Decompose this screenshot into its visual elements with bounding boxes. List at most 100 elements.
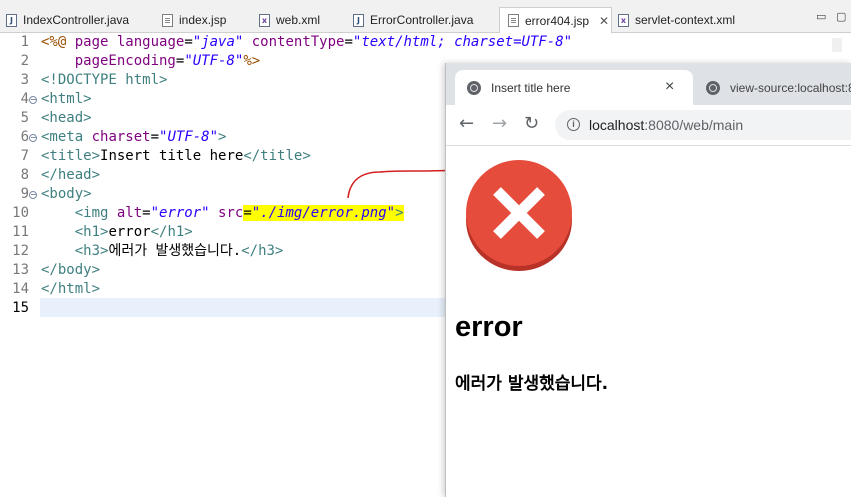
- code-token: =: [243, 205, 252, 221]
- code-token: =: [184, 34, 193, 50]
- code-line-3[interactable]: <!DOCTYPE html>: [41, 71, 167, 90]
- web-page-content: error 에러가 발생했습니다.: [446, 145, 851, 497]
- browser-tab-strip: Insert title here × view-source:localhos…: [446, 63, 851, 105]
- tab-index-jsp[interactable]: index.jsp: [162, 8, 226, 32]
- code-token: language: [116, 34, 185, 50]
- code-token: <title>: [41, 148, 101, 164]
- browser-tab-title: Insert title here: [491, 81, 571, 95]
- line-number: 4: [20, 91, 29, 107]
- code-token: </body>: [41, 262, 101, 278]
- close-icon[interactable]: ✕: [599, 14, 609, 28]
- browser-tab-inactive[interactable]: view-source:localhost:8: [698, 70, 851, 105]
- code-token: Insert title here: [100, 148, 244, 164]
- forward-arrow-icon[interactable]: →: [492, 114, 507, 134]
- line-number: 14: [12, 281, 29, 297]
- code-line-2[interactable]: pageEncoding="UTF-8"%>: [41, 52, 260, 71]
- code-token: 에러가 발생했습니다.: [108, 243, 242, 259]
- java-file-icon: J: [353, 13, 364, 27]
- code-token: </html>: [41, 281, 101, 297]
- code-line-14[interactable]: </html>: [41, 280, 100, 299]
- address-bar[interactable]: i localhost:8080/web/main: [555, 110, 851, 140]
- page-heading: error: [455, 311, 523, 343]
- jsp-file-icon: [508, 14, 519, 27]
- minimize-icon[interactable]: ▭: [816, 10, 826, 23]
- code-line-6[interactable]: <meta charset="UTF-8">: [41, 128, 226, 147]
- back-arrow-icon[interactable]: ←: [459, 114, 474, 134]
- line-number: 6: [20, 129, 29, 145]
- code-token: =: [150, 129, 160, 145]
- tab-label: web.xml: [276, 13, 321, 27]
- tab-servlet-context-xml[interactable]: x servlet-context.xml: [618, 8, 735, 32]
- globe-icon: [706, 81, 720, 95]
- code-token: <img: [74, 205, 109, 221]
- fold-collapse-icon[interactable]: −: [29, 191, 37, 199]
- tab-indexcontroller-java[interactable]: J IndexController.java: [6, 8, 129, 32]
- tab-label: IndexController.java: [23, 13, 130, 27]
- code-line-11[interactable]: <h1>error</h1>: [41, 223, 193, 242]
- page-subheading: 에러가 발생했습니다.: [455, 374, 609, 394]
- error-icon: [466, 160, 572, 271]
- tab-label: error404.jsp: [525, 13, 590, 28]
- line-number: 13: [12, 262, 29, 278]
- code-token: </h3>: [241, 243, 284, 259]
- code-token: "text/html; charset=UTF-8": [352, 34, 573, 50]
- close-icon[interactable]: ×: [665, 78, 674, 96]
- tab-web-xml[interactable]: x web.xml: [259, 8, 320, 32]
- tab-errorcontroller-java[interactable]: J ErrorController.java: [353, 8, 473, 32]
- code-line-9[interactable]: <body>: [41, 185, 92, 204]
- code-token: pageEncoding: [74, 53, 176, 69]
- line-number: 3: [20, 72, 29, 88]
- code-token: </title>: [243, 148, 311, 164]
- code-token: "error": [150, 205, 210, 221]
- maximize-icon[interactable]: ▢: [836, 10, 846, 23]
- code-token: %>: [243, 53, 261, 69]
- url-path: :8080/web/main: [644, 117, 744, 133]
- code-line-4[interactable]: <html>: [41, 90, 92, 109]
- url-text: localhost:8080/web/main: [589, 117, 743, 133]
- code-line-12[interactable]: <h3>에러가 발생했습니다.</h3>: [41, 242, 284, 261]
- line-number: 7: [20, 148, 29, 164]
- java-file-icon: J: [6, 13, 17, 27]
- tab-error404-jsp[interactable]: error404.jsp ✕: [499, 7, 612, 33]
- line-number: 9: [20, 186, 29, 202]
- code-line-5[interactable]: <head>: [41, 109, 92, 128]
- code-token: <head>: [41, 110, 92, 126]
- browser-tab-active[interactable]: Insert title here ×: [455, 70, 693, 105]
- code-line-8[interactable]: </head>: [41, 166, 100, 185]
- line-number: 2: [20, 53, 29, 69]
- editor-tab-bar: J IndexController.java index.jsp x web.x…: [0, 0, 851, 33]
- reload-icon[interactable]: ↻: [524, 114, 539, 134]
- code-token: error: [108, 224, 151, 240]
- info-icon[interactable]: i: [567, 118, 580, 131]
- url-host: localhost: [589, 117, 645, 133]
- xml-file-icon: x: [618, 13, 629, 27]
- code-line-7[interactable]: <title>Insert title here</title>: [41, 147, 311, 166]
- fold-collapse-icon[interactable]: −: [29, 96, 37, 104]
- jsp-file-icon: [162, 13, 173, 27]
- code-token: page: [66, 34, 117, 50]
- code-line-1[interactable]: <%@ page language="java" contentType="te…: [41, 33, 572, 52]
- code-token: <!DOCTYPE html>: [41, 72, 168, 88]
- code-token: <body>: [41, 186, 92, 202]
- code-token: </head>: [41, 167, 101, 183]
- editor-scrollbar[interactable]: [832, 38, 842, 52]
- globe-icon: [467, 81, 481, 95]
- code-token: charset: [83, 129, 151, 145]
- code-token: =: [142, 205, 151, 221]
- line-number: 1: [20, 34, 29, 50]
- xml-file-icon: x: [259, 13, 270, 27]
- tab-label: servlet-context.xml: [635, 13, 736, 27]
- code-line-13[interactable]: </body>: [41, 261, 100, 280]
- line-number: 15: [12, 300, 29, 316]
- code-token: src: [209, 205, 244, 221]
- line-number: 10: [12, 205, 29, 221]
- code-token: >: [218, 129, 227, 145]
- tab-label: ErrorController.java: [370, 13, 474, 27]
- fold-collapse-icon[interactable]: −: [29, 134, 37, 142]
- current-line-highlight: [40, 298, 460, 317]
- code-token: <meta: [41, 129, 84, 145]
- line-number: 5: [20, 110, 29, 126]
